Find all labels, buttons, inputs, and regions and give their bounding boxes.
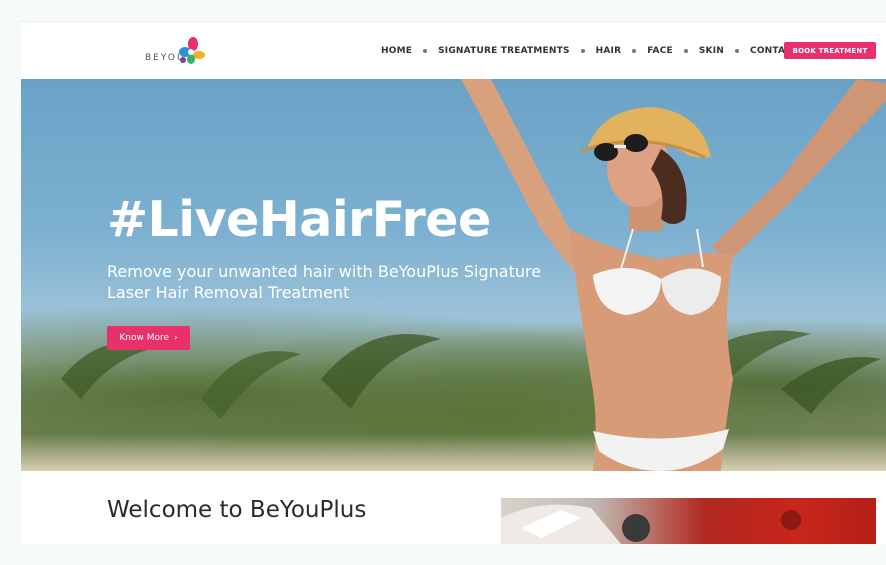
nav-home[interactable]: HOME <box>381 46 412 56</box>
hero-banner: #LiveHairFree Remove your unwanted hair … <box>21 79 886 471</box>
nav-separator <box>580 49 585 53</box>
hero-subtitle: Remove your unwanted hair with BeYouPlus… <box>107 262 542 302</box>
nav-skin[interactable]: SKIN <box>699 46 724 56</box>
nav-separator <box>632 49 637 53</box>
nav-hair[interactable]: HAIR <box>596 46 622 56</box>
chevron-right-icon: › <box>174 333 178 343</box>
page: BEYOU HOME SIGNATURE TREATMENTS HAIR FAC… <box>21 21 886 544</box>
main-nav: HOME SIGNATURE TREATMENTS HAIR FACE SKIN… <box>381 44 824 58</box>
know-more-button[interactable]: Know More › <box>107 326 190 350</box>
laser-device-illustration <box>501 504 801 544</box>
site-header: BEYOU HOME SIGNATURE TREATMENTS HAIR FAC… <box>21 21 886 79</box>
nav-separator <box>735 49 740 53</box>
nav-signature-treatments[interactable]: SIGNATURE TREATMENTS <box>438 46 570 56</box>
hero-title: #LiveHairFree <box>107 191 491 248</box>
welcome-heading: Welcome to BeYouPlus <box>107 497 367 523</box>
nav-separator <box>683 49 688 53</box>
know-more-label: Know More <box>119 333 170 343</box>
nav-separator <box>423 49 428 53</box>
nav-face[interactable]: FACE <box>647 46 673 56</box>
laser-device-image <box>501 498 876 544</box>
flower-logo-icon <box>179 37 205 64</box>
logo[interactable]: BEYOU <box>145 36 209 68</box>
book-treatment-button[interactable]: BOOK TREATMENT <box>784 42 876 59</box>
